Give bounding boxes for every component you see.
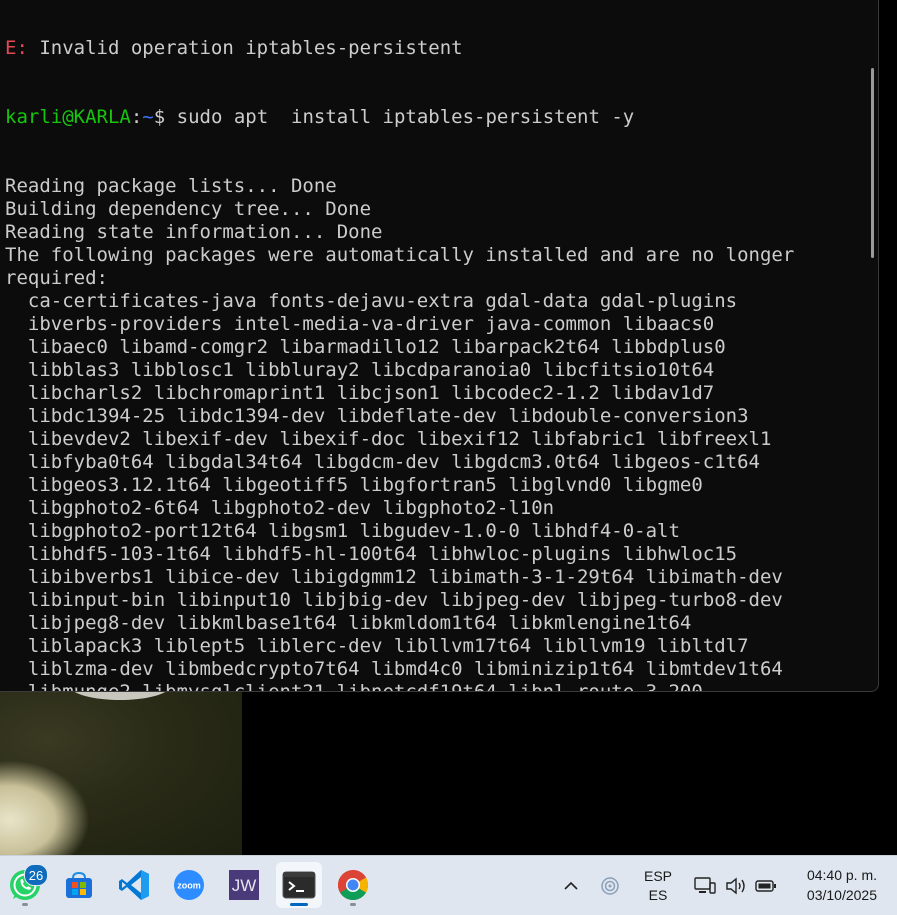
output-line: ibverbs-providers intel-media-va-driver … (5, 313, 715, 335)
wallpaper-glow (0, 760, 90, 855)
error-line: E: Invalid operation iptables-persistent (5, 37, 794, 60)
output-line: libmunge2 libmysqlclient21 libnetcdf19t6… (5, 681, 703, 692)
language-indicator[interactable]: ESP ES (636, 866, 680, 906)
output-line: libhdf5-103-1t64 libhdf5-hl-100t64 libhw… (5, 543, 738, 565)
output-line: libgphoto2-6t64 libgphoto2-dev libgphoto… (5, 497, 555, 519)
output-line: required: (5, 267, 108, 289)
chevron-up-icon (564, 881, 578, 890)
taskbar-chrome[interactable] (330, 862, 376, 908)
output-line: libinput-bin libinput10 libjbig-dev libj… (5, 589, 783, 611)
quick-settings-button[interactable] (690, 872, 780, 900)
jw-label: JW (232, 876, 257, 895)
output-line: libdc1394-25 libdc1394-dev libdeflate-de… (5, 405, 749, 427)
zoom-label: zoom (177, 881, 201, 891)
broadcast-icon (601, 877, 619, 895)
show-hidden-icons-button[interactable] (558, 874, 584, 898)
output-line: libfyba0t64 libgdal34t64 libgdcm-dev lib… (5, 451, 760, 473)
volume-icon (726, 877, 745, 895)
output-line: ca-certificates-java fonts-dejavu-extra … (5, 290, 738, 312)
clock-time: 04:40 p. m. (806, 867, 877, 883)
wallpaper (0, 690, 242, 855)
output-line: libaec0 libamd-comgr2 libarmadillo12 lib… (5, 336, 726, 358)
output-line: Building dependency tree... Done (5, 198, 372, 220)
output-line: libjpeg8-dev libkmlbase1t64 libkmldom1t6… (5, 612, 692, 634)
taskbar-jw[interactable]: JW (221, 862, 267, 908)
output-line: libevdev2 libexif-dev libexif-doc libexi… (5, 428, 772, 450)
chrome-icon (337, 870, 369, 901)
output-line: libgeos3.12.1t64 libgeotiff5 libgfortran… (5, 474, 703, 496)
terminal-output[interactable]: E: Invalid operation iptables-persistent… (5, 0, 795, 692)
command-output: Reading package lists... Done Building de… (5, 175, 795, 692)
terminal-scrollbar[interactable] (871, 68, 874, 258)
command-text: sudo apt install iptables-persistent -y (165, 106, 635, 128)
taskbar-vscode[interactable] (111, 862, 157, 908)
battery-icon (755, 880, 776, 892)
clock-date: 03/10/2025 (806, 887, 877, 903)
taskbar-terminal[interactable] (276, 862, 322, 908)
active-indicator (290, 903, 308, 906)
running-indicator (350, 903, 356, 906)
tray-app-icon[interactable] (597, 874, 623, 898)
keyboard-layout: ES (648, 887, 668, 903)
taskbar-zoom[interactable]: zoom (166, 862, 212, 908)
taskbar-whatsapp[interactable]: 26 (2, 862, 48, 908)
output-line: liblapack3 liblept5 liblerc-dev libllvm1… (5, 635, 749, 657)
clock[interactable]: 04:40 p. m. 03/10/2025 (807, 865, 877, 905)
prompt-separator: : (130, 106, 143, 128)
prompt-path: ~ (142, 106, 154, 128)
vscode-icon (119, 870, 149, 900)
running-indicator (22, 903, 28, 906)
microsoft-store-icon (66, 871, 92, 898)
output-line: libgphoto2-port12t64 libgsm1 libgudev-1.… (5, 520, 680, 542)
prompt-symbol: $ (153, 106, 166, 128)
language-text: ESP ES (644, 867, 672, 905)
terminal-window[interactable]: E: Invalid operation iptables-persistent… (0, 0, 879, 692)
language-code: ESP (643, 868, 672, 884)
output-line: Reading state information... Done (5, 221, 383, 243)
output-line: Reading package lists... Done (5, 175, 337, 197)
error-text: Invalid operation iptables-persistent (27, 37, 463, 59)
prompt-line: karli@KARLA:~$ sudo apt install iptables… (5, 106, 794, 129)
terminal-icon (282, 871, 316, 899)
output-line: The following packages were automaticall… (5, 244, 795, 266)
taskbar-store[interactable] (56, 862, 102, 908)
output-line: libblas3 libblosc1 libbluray2 libcdparan… (5, 359, 715, 381)
jw-icon: JW (229, 870, 259, 900)
output-line: libibverbs1 libice-dev libigdgmm12 libim… (5, 566, 783, 588)
output-line: liblzma-dev libmbedcrypto7t64 libmd4c0 l… (5, 658, 783, 680)
error-prefix: E: (5, 37, 28, 59)
network-icon (694, 877, 716, 894)
zoom-icon: zoom (174, 870, 204, 900)
output-line: libcharls2 libchromaprint1 libcjson1 lib… (5, 382, 715, 404)
taskbar: 26 zoom JW ESP ES 04:40 p. m. 03/10/2025 (0, 855, 897, 915)
notification-badge: 26 (24, 864, 48, 886)
prompt-user: karli@KARLA (5, 106, 131, 128)
